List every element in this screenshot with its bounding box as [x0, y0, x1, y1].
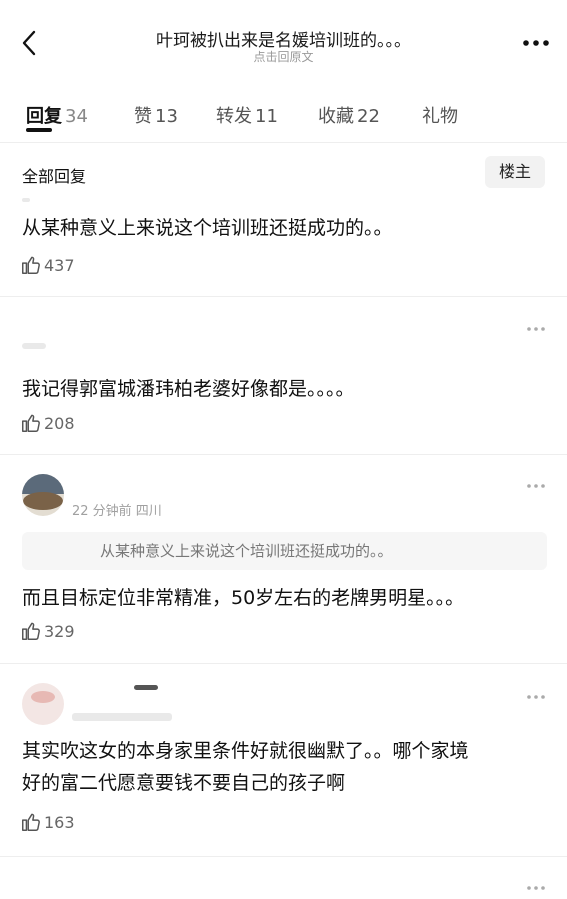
like-button[interactable]: 163: [20, 811, 75, 835]
comment-more-button[interactable]: [525, 478, 547, 492]
comment-divider: [0, 663, 567, 664]
tab-label: 赞: [134, 106, 152, 127]
comment-text: 我记得郭富城潘玮柏老婆好像都是。。。。: [22, 378, 355, 400]
tab-count: 22: [357, 106, 380, 127]
redacted-meta: [72, 713, 172, 721]
filter-bar: 全部回复 楼主: [0, 152, 567, 192]
more-dots-icon: [527, 695, 545, 699]
tab-reposts[interactable]: 转发 11: [216, 102, 278, 128]
tab-favorites[interactable]: 收藏 22: [318, 102, 380, 128]
avatar[interactable]: [22, 683, 64, 725]
like-count: 163: [44, 812, 75, 832]
comment-divider: [0, 454, 567, 455]
active-tab-indicator: [26, 128, 52, 132]
tab-bar: 回复 34 赞 13 转发 11 收藏 22 礼物: [0, 92, 567, 143]
tab-count: 11: [255, 106, 278, 127]
avatar-image: [22, 474, 64, 516]
tab-likes[interactable]: 赞 13: [134, 102, 178, 128]
tab-count: 13: [155, 106, 178, 127]
redacted-username: [134, 685, 158, 690]
like-button[interactable]: 329: [20, 620, 75, 644]
back-arrow-icon: [22, 30, 36, 56]
avatar[interactable]: [22, 474, 64, 516]
more-dots-icon: [527, 886, 545, 890]
tab-gifts[interactable]: 礼物: [422, 102, 458, 128]
comment-item: 从某种意义上来说这个培训班还挺成功的。。 437: [0, 192, 567, 297]
like-button[interactable]: 208: [20, 412, 75, 436]
op-only-button[interactable]: 楼主: [485, 156, 545, 188]
back-button[interactable]: [14, 26, 48, 60]
comment-item: 其实吹这女的本身家里条件好就很幽默了。。哪个家境 好的富二代愿意要钱不要自己的孩…: [0, 665, 567, 857]
comment-text: 其实吹这女的本身家里条件好就很幽默了。。哪个家境 好的富二代愿意要钱不要自己的孩…: [22, 735, 549, 799]
redacted-avatar: [22, 343, 46, 349]
like-count: 208: [44, 413, 75, 433]
comment-more-button[interactable]: [525, 321, 547, 335]
redacted-username: [22, 198, 30, 202]
thumbs-up-icon: [22, 256, 40, 274]
thumbs-up-icon: [22, 622, 40, 640]
comment-text-line: 其实吹这女的本身家里条件好就很幽默了。。哪个家境: [22, 740, 469, 762]
thumbs-up-icon: [22, 813, 40, 831]
comment-more-button[interactable]: [525, 880, 547, 894]
comment-item: 我记得郭富城潘玮柏老婆好像都是。。。。 208: [0, 297, 567, 455]
tab-label: 礼物: [422, 106, 458, 127]
tab-count: 34: [65, 106, 88, 127]
back-to-original-link[interactable]: 点击回原文: [90, 48, 477, 65]
tab-label: 回复: [26, 106, 62, 127]
comment-more-button[interactable]: [525, 689, 547, 703]
comment-item: [0, 858, 567, 899]
comment-text: 而且目标定位非常精准，50岁左右的老牌男明星。。。: [22, 587, 465, 609]
comment-text: 从某种意义上来说这个培训班还挺成功的。。: [22, 217, 393, 239]
tab-label: 转发: [216, 106, 252, 127]
comment-meta: 22 分钟前 四川: [72, 504, 162, 519]
like-count: 437: [44, 255, 75, 275]
tab-replies[interactable]: 回复 34: [26, 102, 88, 128]
more-dots-icon: [523, 40, 549, 46]
tab-label: 收藏: [318, 106, 354, 127]
comment-text-line: 好的富二代愿意要钱不要自己的孩子啊: [22, 772, 346, 794]
comment-item: 22 分钟前 四川 从某种意义上来说这个培训班还挺成功的。。 而且目标定位非常精…: [0, 456, 567, 664]
like-count: 329: [44, 621, 75, 641]
comment-divider: [0, 856, 567, 857]
quoted-reply[interactable]: 从某种意义上来说这个培训班还挺成功的。。: [22, 532, 547, 570]
more-options-button[interactable]: [519, 30, 553, 56]
thumbs-up-icon: [22, 414, 40, 432]
top-bar: 叶珂被扒出来是名媛培训班的。。。 点击回原文: [0, 0, 567, 80]
all-replies-label[interactable]: 全部回复: [22, 163, 86, 187]
avatar-image: [22, 683, 64, 725]
like-button[interactable]: 437: [20, 254, 75, 278]
more-dots-icon: [527, 327, 545, 331]
more-dots-icon: [527, 484, 545, 488]
